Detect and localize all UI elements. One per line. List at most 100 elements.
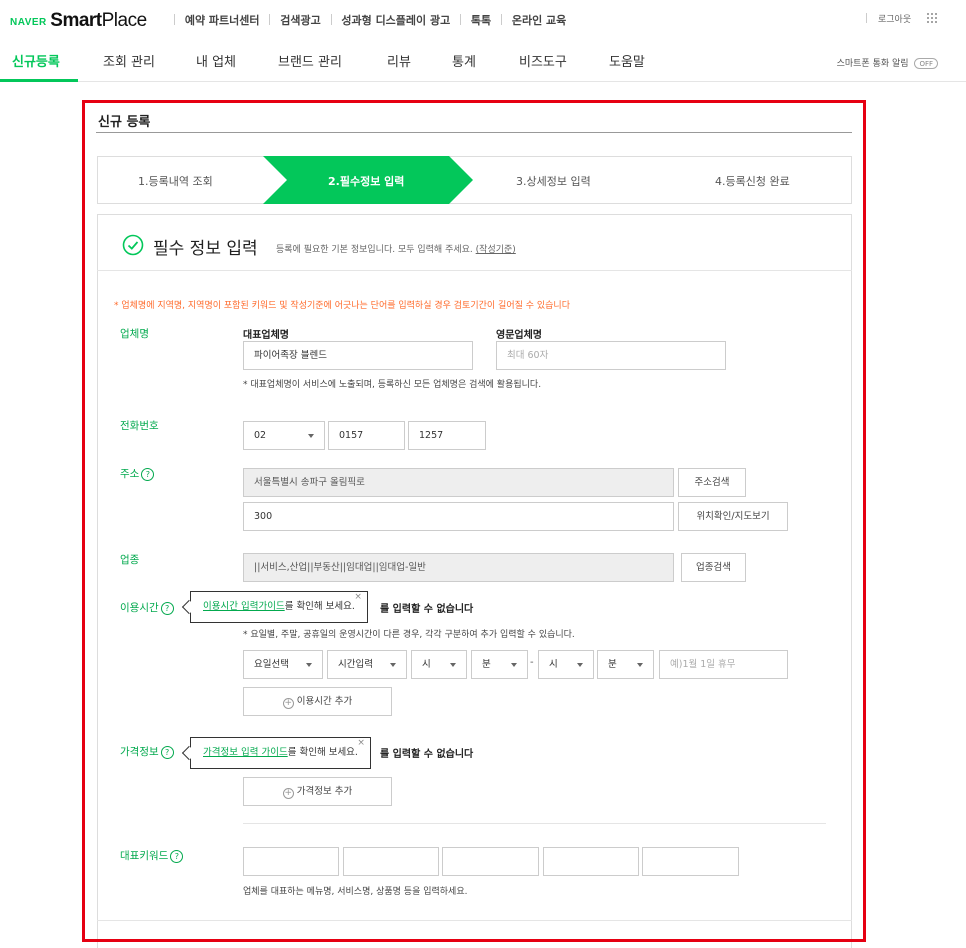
divider (501, 14, 503, 25)
address-detail-input[interactable]: 300 (243, 502, 674, 531)
price-notice: 를 입력할 수 없습니다 (380, 749, 474, 760)
price-guide-link[interactable]: 가격정보 입력 가이드 (203, 747, 288, 758)
phone-area-value: 02 (254, 430, 267, 441)
keyword-input-1[interactable] (243, 847, 339, 876)
rep-name-input[interactable]: 파이어족장 블렌드 (243, 341, 473, 370)
tab-my-business[interactable]: 내 업체 (196, 51, 236, 70)
naver-logo-text: NAVER (10, 17, 47, 28)
top-nav-display-ads[interactable]: 성과형 디스플레이 광고 (341, 12, 450, 28)
logout-link[interactable]: 로그아웃 (878, 15, 911, 25)
hours-guide-text: 를 확인해 보세요. (284, 601, 355, 612)
close-icon[interactable]: × (354, 582, 362, 612)
end-hour-value: 시 (549, 659, 558, 670)
call-notification-toggle[interactable]: OFF (914, 58, 938, 69)
add-hours-button[interactable]: + 이용시간 추가 (243, 687, 392, 716)
top-nav-online-edu[interactable]: 온라인 교육 (512, 12, 566, 28)
holiday-input[interactable]: 예)1월 1일 휴무 (659, 650, 788, 679)
step-3: 3.상세정보 입력 (516, 175, 591, 188)
divider (866, 13, 868, 23)
writing-criteria-link[interactable]: (작성기준) (476, 245, 516, 255)
phone-last-input[interactable]: 1257 (408, 421, 486, 450)
start-min-select[interactable]: 분 (471, 650, 528, 679)
top-bar: NAVER SmartPlace 예약 파트너센터 검색광고 성과형 디스플레이… (0, 0, 966, 38)
help-icon[interactable]: ? (160, 602, 174, 615)
chevron-down-icon (450, 663, 456, 667)
tab-help[interactable]: 도움말 (609, 51, 645, 70)
check-circle-icon (122, 234, 144, 256)
help-icon[interactable]: ? (160, 746, 174, 759)
tab-brand-management[interactable]: 브랜드 관리 (278, 51, 342, 70)
form-title: 필수 정보 입력 (153, 239, 258, 259)
active-tab-indicator (0, 79, 78, 82)
divider (269, 14, 271, 25)
category-search-button[interactable]: 업종검색 (681, 553, 746, 582)
plus-icon: + (282, 698, 294, 709)
step-2: 2.필수정보 입력 (328, 175, 405, 188)
address-road-input: 서울특별시 송파구 올림픽로 (243, 468, 674, 497)
help-icon[interactable]: ? (170, 850, 184, 863)
form-header-divider (97, 270, 852, 271)
tab-reviews[interactable]: 리뷰 (387, 51, 411, 70)
registration-steps: 1.등록내역 조회 2.필수정보 입력 3.상세정보 입력 4.등록신청 완료 (97, 156, 852, 204)
phone-label: 전화번호 (120, 420, 159, 432)
step-4: 4.등록신청 완료 (715, 175, 790, 188)
smartplace-logo[interactable]: NAVER SmartPlace (10, 10, 148, 31)
start-hour-select[interactable]: 시 (411, 650, 467, 679)
add-price-button[interactable]: + 가격정보 추가 (243, 777, 392, 806)
category-label: 업종 (120, 554, 140, 566)
end-min-value: 분 (608, 659, 617, 670)
tab-inquiry-management[interactable]: 조회 관리 (103, 51, 155, 70)
top-nav-partner-center[interactable]: 예약 파트너센터 (185, 12, 260, 28)
phone-area-select[interactable]: 02 (243, 421, 325, 450)
tab-biz-tools[interactable]: 비즈도구 (519, 51, 567, 70)
eng-name-label: 영문업체명 (496, 330, 542, 341)
keywords-help: 업체를 대표하는 메뉴명, 서비스명, 상품명 등을 입력하세요. (243, 887, 468, 897)
map-view-button[interactable]: 위치확인/지도보기 (678, 502, 788, 531)
keyword-input-5[interactable] (642, 847, 739, 876)
form-description: 등록에 필요한 기본 정보입니다. 모두 입력해 주세요. (작성기준) (276, 242, 516, 255)
main-nav: 신규등록 조회 관리 내 업체 브랜드 관리 리뷰 통계 비즈도구 도움말 스마… (0, 38, 966, 82)
grid-icon[interactable] (926, 12, 938, 24)
end-hour-select[interactable]: 시 (538, 650, 594, 679)
eng-name-input[interactable]: 최대 60자 (496, 341, 726, 370)
close-icon[interactable]: × (357, 728, 365, 758)
top-nav-talktalk[interactable]: 톡톡 (471, 12, 491, 28)
help-icon[interactable]: ? (141, 468, 155, 481)
call-notification-label: 스마트폰 통화 알림 (836, 59, 909, 69)
hours-guide-link[interactable]: 이용시간 입력가이드 (203, 601, 285, 612)
logo-smart-text: Smart (50, 10, 102, 31)
logo-place-text: Place (101, 10, 148, 31)
price-label-text: 가격정보 (120, 746, 159, 758)
business-name-label: 업체명 (120, 328, 149, 340)
hours-notice: 를 입력할 수 없습니다 (380, 604, 474, 615)
address-search-button[interactable]: 주소검색 (678, 468, 746, 497)
page-title: 신규 등록 (98, 115, 151, 130)
phone-middle-input[interactable]: 0157 (328, 421, 405, 450)
day-select[interactable]: 요일선택 (243, 650, 323, 679)
keyword-input-4[interactable] (543, 847, 639, 876)
keyword-input-2[interactable] (343, 847, 439, 876)
hours-label: 이용시간? (120, 600, 174, 615)
address-label-text: 주소 (120, 468, 140, 480)
keywords-label: 대표키워드? (120, 848, 184, 863)
tab-statistics[interactable]: 통계 (452, 51, 476, 70)
price-guide-text: 를 확인해 보세요. (287, 747, 358, 758)
end-min-select[interactable]: 분 (597, 650, 654, 679)
add-hours-label: 이용시간 추가 (296, 696, 353, 707)
hours-label-text: 이용시간 (120, 602, 159, 614)
start-min-value: 분 (482, 659, 491, 670)
plus-icon: + (282, 788, 294, 799)
step-1: 1.등록내역 조회 (138, 175, 213, 188)
keyword-input-3[interactable] (442, 847, 539, 876)
time-mode-select[interactable]: 시간입력 (327, 650, 407, 679)
top-nav-search-ads[interactable]: 검색광고 (280, 12, 320, 28)
category-input: ||서비스,산업||부동산||임대업||임대업-일반 (243, 553, 674, 582)
time-range-dash: - (530, 657, 534, 668)
form-bottom-divider (97, 920, 852, 921)
keywords-label-text: 대표키워드 (120, 850, 169, 862)
top-nav: 예약 파트너센터 검색광고 성과형 디스플레이 광고 톡톡 온라인 교육 (168, 12, 566, 28)
price-guide-tooltip: 가격정보 입력 가이드를 확인해 보세요. × (181, 737, 371, 769)
hours-guide-tooltip: 이용시간 입력가이드를 확인해 보세요. × (181, 591, 368, 623)
tab-new-registration[interactable]: 신규등록 (12, 51, 60, 70)
add-price-label: 가격정보 추가 (296, 786, 353, 797)
